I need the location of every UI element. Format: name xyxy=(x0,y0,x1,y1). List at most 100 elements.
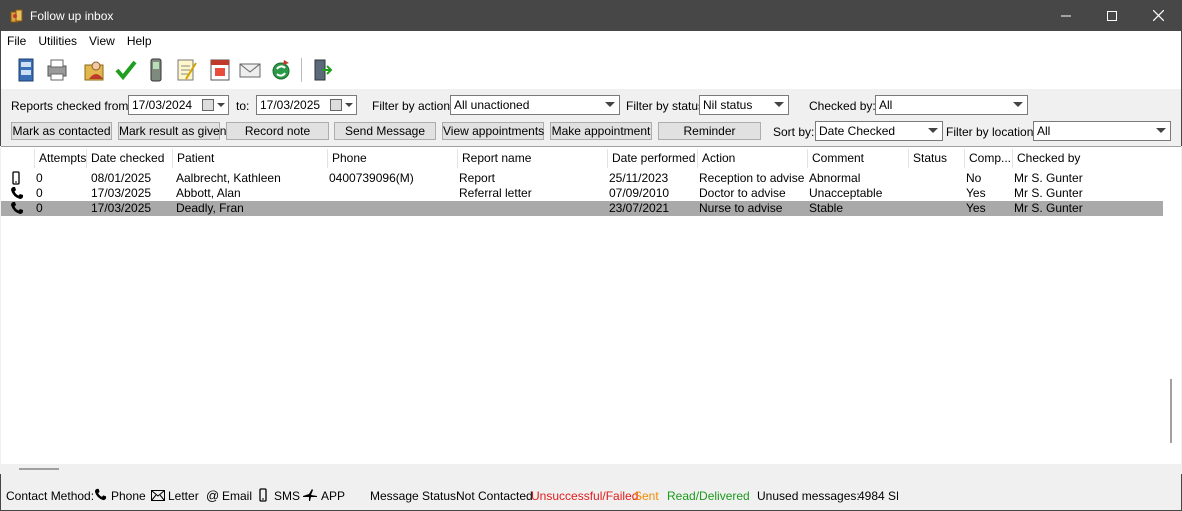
status-sent: Sent xyxy=(634,489,659,503)
unused-messages-label: Unused messages: xyxy=(757,489,860,503)
phone-icon xyxy=(10,186,24,201)
phone-cell: 0400739096(M) xyxy=(329,171,414,185)
letter-icon xyxy=(151,490,165,504)
menu-help[interactable]: Help xyxy=(121,34,158,48)
phone-icon xyxy=(10,201,24,216)
status-failed: Unsuccessful/Failed xyxy=(531,489,639,503)
column-header-checked-by[interactable]: Checked by xyxy=(1013,149,1163,168)
chevron-down-icon[interactable] xyxy=(928,128,938,133)
table-row-selected[interactable]: 0 17/03/2025 Deadly, Fran 23/07/2021 Nur… xyxy=(1,201,1163,216)
chevron-down-icon[interactable] xyxy=(1013,102,1023,107)
filter-action-label: Filter by action: xyxy=(372,99,454,113)
checked-by-label: Checked by: xyxy=(809,99,876,113)
record-note-button[interactable]: Record note xyxy=(226,122,329,140)
to-label: to: xyxy=(236,99,250,113)
close-button[interactable] xyxy=(1135,0,1181,31)
date-checked-cell: 08/01/2025 xyxy=(91,171,152,185)
column-header-attempts[interactable]: Attempts xyxy=(35,149,87,168)
column-header-action[interactable]: Action xyxy=(698,149,808,168)
column-header-comment[interactable]: Comment xyxy=(808,149,909,168)
printer-icon[interactable] xyxy=(45,57,69,83)
message-status-label: Message Status: xyxy=(370,489,460,503)
column-header-phone[interactable]: Phone xyxy=(328,149,458,168)
patient-cell: Abbott, Alan xyxy=(176,186,241,200)
filter-location-value: All xyxy=(1037,124,1051,138)
phone-icon xyxy=(94,488,107,504)
column-header-date-performed[interactable]: Date performed xyxy=(608,149,698,168)
table-header: Attempts Date checked Patient Phone Repo… xyxy=(1,149,1163,168)
legend-phone-label: Phone xyxy=(111,489,146,503)
app-icon xyxy=(302,488,318,505)
maximize-button[interactable] xyxy=(1089,0,1135,31)
view-appointments-button[interactable]: View appointments xyxy=(442,122,544,140)
reports-to-date-picker[interactable]: 17/03/2025 xyxy=(256,95,357,115)
menu-file[interactable]: File xyxy=(1,34,32,48)
patient-cell: Aalbrecht, Kathleen xyxy=(176,171,281,185)
checked-by-select[interactable]: All xyxy=(875,95,1028,115)
attempts-cell: 0 xyxy=(36,201,43,215)
contact-method-label: Contact Method: xyxy=(6,489,95,503)
completed-cell: Yes xyxy=(966,201,986,215)
sort-by-select[interactable]: Date Checked xyxy=(815,121,943,141)
minimize-button[interactable] xyxy=(1043,0,1089,31)
date-performed-cell: 07/09/2010 xyxy=(609,186,670,200)
calendar-icon[interactable] xyxy=(330,99,342,111)
notepad-icon[interactable] xyxy=(174,57,198,83)
report-name-cell: Referral letter xyxy=(459,186,532,200)
menu-view[interactable]: View xyxy=(83,34,121,48)
filter-location-select[interactable]: All xyxy=(1033,121,1171,141)
column-header-method[interactable] xyxy=(1,149,35,168)
window-title: Follow up inbox xyxy=(30,8,114,23)
calendar-icon[interactable] xyxy=(208,57,232,83)
horizontal-scrollbar-thumb[interactable] xyxy=(19,468,59,470)
vertical-scrollbar-thumb[interactable] xyxy=(1170,379,1172,443)
patient-icon[interactable] xyxy=(83,57,107,83)
sort-by-label: Sort by: xyxy=(773,125,815,139)
chevron-down-icon[interactable] xyxy=(345,103,353,107)
attempts-cell: 0 xyxy=(36,186,43,200)
cabinet-icon[interactable] xyxy=(15,57,39,83)
table-row[interactable]: 0 08/01/2025 Aalbrecht, Kathleen 0400739… xyxy=(1,171,1163,186)
filter-action-select[interactable]: All unactioned xyxy=(450,95,620,115)
chevron-down-icon[interactable] xyxy=(605,102,615,107)
status-delivered: Read/Delivered xyxy=(667,489,750,503)
reminder-button[interactable]: Reminder xyxy=(658,122,761,140)
mark-as-contacted-button[interactable]: Mark as contacted xyxy=(11,122,112,140)
column-header-date-checked[interactable]: Date checked xyxy=(87,149,173,168)
column-header-patient[interactable]: Patient xyxy=(173,149,328,168)
refresh-icon[interactable] xyxy=(269,57,293,83)
send-message-button[interactable]: Send Message xyxy=(334,122,436,140)
reports-from-date-picker[interactable]: 17/03/2024 xyxy=(128,95,229,115)
filter-status-select[interactable]: Nil status xyxy=(699,95,789,115)
column-header-completed[interactable]: Comp... xyxy=(965,149,1013,168)
comment-cell: Unacceptable xyxy=(809,186,883,200)
chevron-down-icon[interactable] xyxy=(217,103,225,107)
vertical-scrollbar[interactable] xyxy=(1163,147,1181,463)
mobile-phone-icon[interactable] xyxy=(144,57,168,83)
follow-up-table: Attempts Date checked Patient Phone Repo… xyxy=(1,146,1181,464)
menu-utilities[interactable]: Utilities xyxy=(32,34,83,48)
report-name-cell: Report xyxy=(459,171,496,185)
envelope-icon[interactable] xyxy=(238,57,262,83)
chevron-down-icon[interactable] xyxy=(1156,128,1166,133)
mobile-icon xyxy=(10,171,24,186)
unused-messages-value: 4984 SM xyxy=(858,489,898,503)
filter-location-label: Filter by location: xyxy=(946,125,1037,139)
reports-to-value: 17/03/2025 xyxy=(260,98,321,112)
column-header-status[interactable]: Status xyxy=(909,149,965,168)
calendar-icon[interactable] xyxy=(202,99,214,111)
mark-result-as-given-button[interactable]: Mark result as given xyxy=(118,122,226,140)
chevron-down-icon[interactable] xyxy=(774,102,784,107)
column-header-report-name[interactable]: Report name xyxy=(458,149,608,168)
check-icon[interactable] xyxy=(114,57,138,83)
horizontal-scrollbar[interactable] xyxy=(1,464,1163,474)
status-not-contacted: Not Contacted xyxy=(456,489,533,503)
exit-door-icon[interactable] xyxy=(310,57,334,83)
attempts-cell: 0 xyxy=(36,171,43,185)
make-appointment-button[interactable]: Make appointment xyxy=(550,122,652,140)
action-cell: Nurse to advise xyxy=(699,201,783,215)
legend-letter-label: Letter xyxy=(168,489,199,503)
table-row[interactable]: 0 17/03/2025 Abbott, Alan Referral lette… xyxy=(1,186,1163,201)
date-checked-cell: 17/03/2025 xyxy=(91,201,152,215)
legend-sms-label: SMS xyxy=(274,489,301,503)
